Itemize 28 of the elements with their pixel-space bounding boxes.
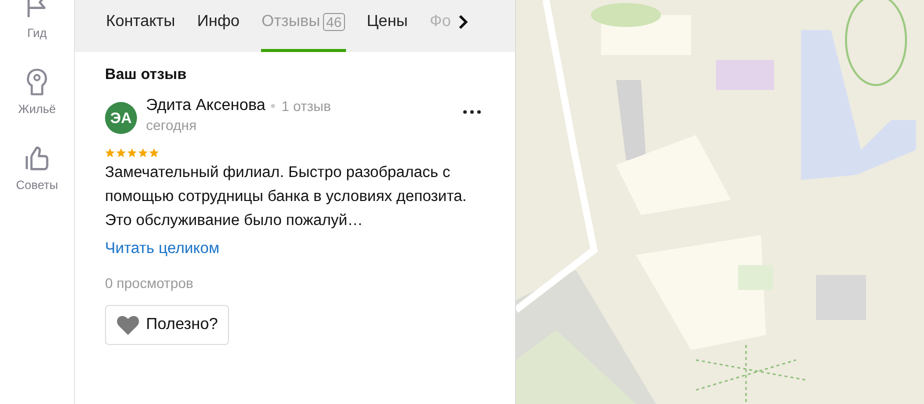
star-icon — [116, 148, 126, 158]
star-icon — [149, 148, 159, 158]
sidebar-item-label[interactable]: Жильё — [18, 102, 56, 116]
tab[interactable]: Отзывы 46 — [260, 0, 346, 52]
keyhole-icon[interactable] — [24, 68, 50, 96]
author-name[interactable]: Эдита Аксенова — [146, 97, 266, 115]
star-icon — [105, 148, 115, 158]
sidebar-item-label[interactable]: Советы — [16, 178, 58, 192]
avatar: ЭА — [105, 102, 137, 134]
view-count: 0 просмотров — [105, 275, 194, 291]
review-count: 1 отзыв — [281, 98, 331, 114]
thumbs-up-icon[interactable] — [24, 144, 50, 172]
read-more-link[interactable]: Читать целиком — [105, 240, 220, 258]
heart-icon — [116, 314, 140, 336]
tab[interactable]: Цены — [366, 0, 409, 52]
star-icon — [127, 148, 137, 158]
count-badge: 46 — [323, 12, 345, 30]
section-title: Ваш отзыв — [105, 66, 188, 83]
star-icon — [138, 148, 148, 158]
separator-dot — [271, 104, 276, 108]
chevron-right-icon[interactable] — [458, 15, 468, 29]
more-icon[interactable] — [463, 110, 481, 114]
review-date: сегодня — [146, 117, 198, 133]
review-text: Замечательный филиал. Быстро разобралась с помощью сотрудницы банка в условиях депозита. Это обслуживание было пожалуй… — [105, 163, 468, 231]
helpful-button[interactable]: Полезно? — [105, 305, 229, 345]
sidebar-item-label[interactable]: Гид — [27, 26, 47, 40]
tab[interactable]: Контакты — [105, 0, 176, 52]
tab[interactable]: Инфо — [196, 0, 241, 52]
